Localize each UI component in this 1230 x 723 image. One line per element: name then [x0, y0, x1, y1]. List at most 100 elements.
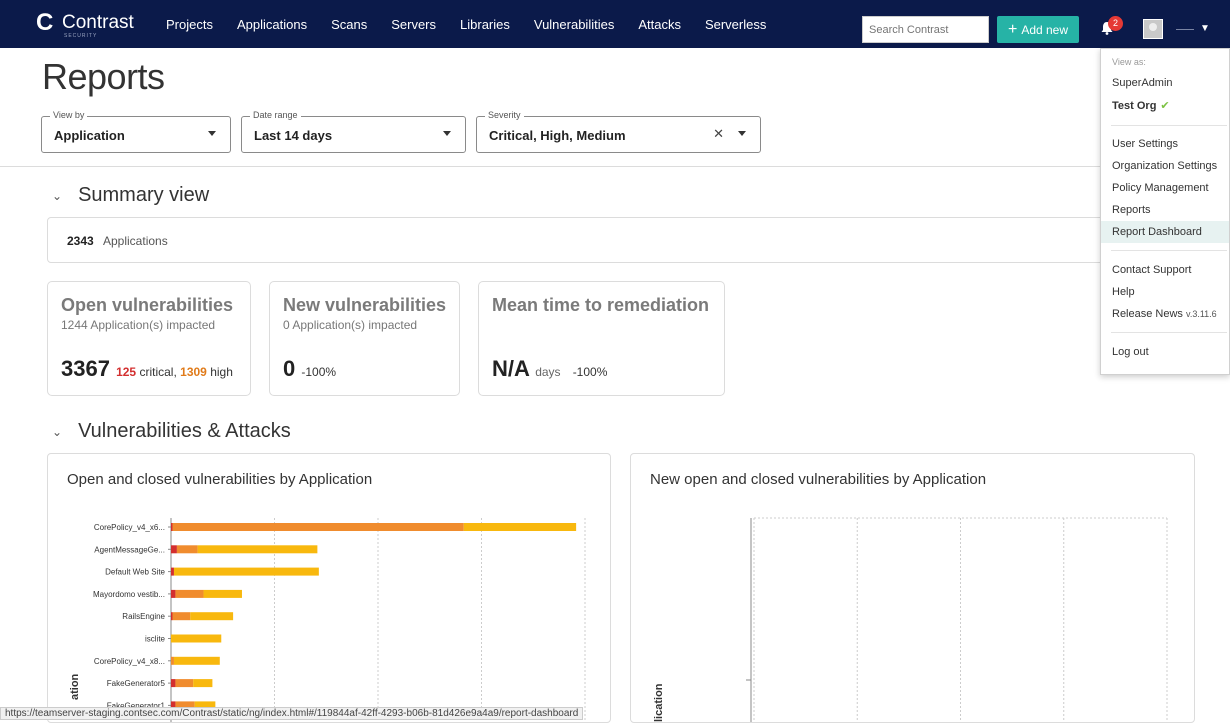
bar-segment[interactable] — [171, 612, 173, 621]
critical-count: 125 — [116, 365, 137, 379]
org-name: Test Org — [1112, 100, 1157, 112]
view-by-select[interactable]: View by Application — [41, 110, 231, 153]
nav-libraries[interactable]: Libraries — [460, 17, 510, 32]
severity-select[interactable]: Severity Critical, High, Medium ✕ — [476, 110, 761, 153]
menu-divider — [1111, 125, 1227, 126]
bar-segment[interactable] — [171, 656, 174, 665]
nav-links: Projects Applications Scans Servers Libr… — [166, 0, 790, 48]
version-label: v.3.11.6 — [1185, 309, 1217, 319]
new-vulnerabilities-card[interactable]: New vulnerabilities 0 Application(s) imp… — [269, 281, 460, 396]
nav-serverless[interactable]: Serverless — [705, 17, 766, 32]
open-vulnerabilities-card[interactable]: Open vulnerabilities 1244 Application(s)… — [47, 281, 251, 396]
date-range-legend: Date range — [250, 110, 301, 120]
nav-projects[interactable]: Projects — [166, 17, 213, 32]
close-icon[interactable]: ✕ — [713, 126, 724, 142]
menu-report-dashboard[interactable]: Report Dashboard — [1101, 221, 1229, 243]
new-open-closed-chart: lication — [653, 517, 1168, 722]
new-open-closed-chart-panel: New open and closed vulnerabilities by A… — [630, 453, 1195, 723]
status-url: https://teamserver-staging.contsec.com/C… — [0, 707, 584, 720]
y-axis-label: lication — [653, 683, 665, 722]
summary-section-toggle[interactable]: ⌄ Summary view — [52, 184, 209, 207]
y-tick-label: CorePolicy_v4_x6... — [94, 523, 165, 532]
user-dropdown-menu: View as: SuperAdmin Test Org ✔ User Setti… — [1100, 48, 1230, 375]
menu-divider — [1111, 332, 1227, 333]
bar-segment[interactable] — [176, 545, 198, 554]
bar-segment[interactable] — [173, 567, 319, 576]
bar-segment[interactable] — [171, 567, 174, 576]
nav-attacks[interactable]: Attacks — [638, 17, 681, 32]
add-new-label: Add new — [1021, 22, 1069, 37]
date-range-value: Last 14 days — [254, 128, 333, 143]
bar-segment[interactable] — [171, 589, 176, 598]
bar-segment[interactable] — [171, 679, 176, 688]
y-tick-label: Mayordomo vestib... — [93, 590, 165, 599]
username-placeholder[interactable] — [1176, 29, 1194, 30]
menu-release-news[interactable]: Release News v.3.11.6 — [1101, 303, 1229, 325]
menu-contact-support[interactable]: Contact Support — [1101, 259, 1229, 281]
nav-vulnerabilities[interactable]: Vulnerabilities — [534, 17, 614, 32]
bar-segment[interactable] — [171, 523, 173, 531]
search-input[interactable] — [862, 16, 989, 43]
avatar[interactable] — [1143, 19, 1163, 39]
chevron-down-icon[interactable]: ▼ — [1200, 23, 1210, 34]
menu-reports[interactable]: Reports — [1101, 199, 1229, 221]
bar-segment[interactable] — [190, 612, 234, 621]
bar-segment[interactable] — [193, 679, 213, 688]
severity-value: Critical, High, Medium — [489, 128, 626, 143]
nav-applications[interactable]: Applications — [237, 17, 307, 32]
logo-subtext: SECURITY — [64, 33, 98, 39]
menu-organization-settings[interactable]: Organization Settings — [1101, 155, 1229, 177]
mttr-change: -100% — [572, 365, 608, 379]
menu-help[interactable]: Help — [1101, 281, 1229, 303]
applications-count-bar: 2343 Applications — [47, 217, 1207, 263]
y-tick-label: FakeGenerator5 — [107, 679, 166, 688]
open-closed-chart-panel: Open and closed vulnerabilities by Appli… — [47, 453, 611, 723]
bar-segment[interactable] — [463, 523, 577, 531]
bar-segment[interactable] — [197, 545, 318, 554]
logo-mark-icon: C — [36, 9, 54, 36]
menu-policy-management[interactable]: Policy Management — [1101, 177, 1229, 199]
bar-segment[interactable] — [175, 679, 194, 688]
mttr-value: N/A — [492, 356, 530, 381]
release-news-label: Release News — [1112, 308, 1183, 320]
y-tick-label: isclite — [145, 635, 166, 644]
chevron-down-icon: ⌄ — [52, 424, 63, 439]
bar-segment[interactable] — [203, 589, 242, 598]
applications-label: Applications — [103, 234, 168, 248]
y-axis-label: ation — [69, 673, 81, 700]
menu-user-settings[interactable]: User Settings — [1101, 133, 1229, 155]
card-subtitle: 0 Application(s) impacted — [283, 318, 418, 332]
nav-servers[interactable]: Servers — [391, 17, 436, 32]
bar-segment[interactable] — [175, 589, 204, 598]
bar-segment[interactable] — [171, 634, 222, 643]
new-vuln-change: -100% — [301, 365, 337, 379]
severity-legend: Severity — [485, 110, 524, 120]
checkmark-icon: ✔ — [1160, 100, 1170, 112]
card-value: N/A days -100% — [492, 356, 607, 382]
bar-segment[interactable] — [173, 656, 220, 665]
vuln-attacks-section-toggle[interactable]: ⌄ Vulnerabilities & Attacks — [52, 420, 291, 443]
summary-section-title: Summary view — [78, 184, 210, 206]
bar-segment[interactable] — [172, 523, 464, 531]
plus-icon: + — [1007, 20, 1018, 38]
card-subtitle: 1244 Application(s) impacted — [61, 318, 216, 332]
menu-test-org[interactable]: Test Org ✔ — [1101, 95, 1229, 117]
bar-segment[interactable] — [171, 545, 177, 554]
card-value: 0 -100% — [283, 356, 336, 382]
chevron-down-icon — [443, 131, 451, 136]
card-title: Mean time to remediation — [492, 295, 710, 315]
open-closed-chart: CorePolicy_v4_x6... AgentMessageGe... Defa… — [69, 518, 586, 722]
add-new-button[interactable]: + Add new — [997, 16, 1079, 43]
date-range-select[interactable]: Date range Last 14 days — [241, 110, 466, 153]
menu-logout[interactable]: Log out — [1101, 341, 1229, 363]
chevron-down-icon — [738, 131, 746, 136]
high-count: 1309 — [180, 365, 207, 379]
menu-superadmin[interactable]: SuperAdmin — [1101, 72, 1229, 94]
new-vuln-total: 0 — [283, 356, 296, 381]
notification-badge: 2 — [1108, 16, 1123, 31]
nav-scans[interactable]: Scans — [331, 17, 367, 32]
bar-segment[interactable] — [172, 612, 191, 621]
divider — [0, 166, 1230, 167]
mean-time-remediation-card[interactable]: Mean time to remediation N/A days -100% — [478, 281, 725, 396]
menu-divider — [1111, 250, 1227, 251]
